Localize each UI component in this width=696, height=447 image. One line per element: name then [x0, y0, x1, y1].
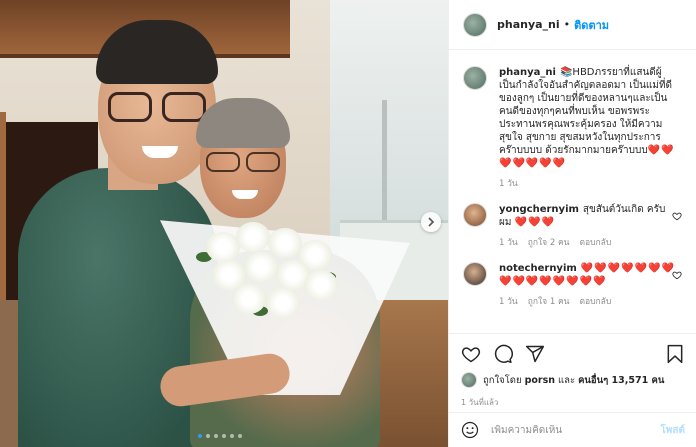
- post-photo[interactable]: [0, 0, 448, 447]
- author-avatar[interactable]: [463, 12, 487, 37]
- liked-by-connector: และ: [558, 374, 576, 386]
- carousel-dot: [206, 434, 210, 438]
- comment-avatar[interactable]: [463, 203, 487, 227]
- comment-like-heart-icon[interactable]: [672, 270, 682, 280]
- heart-icon[interactable]: [461, 344, 481, 364]
- photo-woman-glasses: [206, 152, 282, 174]
- comment-avatar[interactable]: [463, 262, 487, 286]
- comment-reply-button[interactable]: ตอบกลับ: [579, 237, 611, 250]
- carousel-dot: [198, 434, 202, 438]
- comment-username[interactable]: notechernyim: [499, 263, 577, 274]
- carousel-dot: [238, 434, 242, 438]
- liked-by-others[interactable]: คนอื่นๆ 13,571 คน: [578, 373, 664, 388]
- author-username[interactable]: phanya_ni: [497, 18, 560, 31]
- caption: phanya_ni 📚HBDภรรยาที่แสนดีผู้เป็นกำลังใจ…: [463, 66, 682, 191]
- liked-by-prefix: ถูกใจโดย: [483, 374, 522, 386]
- post-comment-button[interactable]: โพสต์: [660, 423, 685, 438]
- carousel-dots: [198, 434, 242, 438]
- comment-item: notechernyim ❤️❤️❤️❤️❤️❤️❤️❤️❤️❤️❤️❤️❤️❤️…: [463, 262, 682, 309]
- caption-avatar[interactable]: [463, 66, 487, 90]
- comment-hearts: ❤️❤️❤️: [514, 217, 555, 228]
- bookmark-icon[interactable]: [665, 344, 685, 364]
- comment-likes[interactable]: ถูกใจ 2 คน: [528, 237, 570, 250]
- liked-by: ถูกใจโดย porsn และ คนอื่นๆ 13,571 คน: [461, 372, 685, 388]
- share-icon[interactable]: [525, 344, 545, 364]
- header-separator: •: [563, 18, 571, 31]
- comment-input[interactable]: [491, 424, 661, 436]
- caption-username[interactable]: phanya_ni: [499, 67, 556, 78]
- liked-by-user[interactable]: porsn: [525, 375, 555, 386]
- post-actions: ถูกใจโดย porsn และ คนอื่นๆ 13,571 คน 1 ว…: [449, 333, 696, 409]
- comment-item: yongchernyim สุขสันต์วันเกิด ครับผม ❤️❤️❤…: [463, 203, 682, 250]
- posted-time[interactable]: 1 วันที่แล้ว: [461, 396, 685, 409]
- post-header: phanya_ni • ติดตาม: [449, 0, 696, 50]
- photo-woman-hair: [196, 98, 290, 148]
- comment-time[interactable]: 1 วัน: [499, 237, 518, 250]
- chevron-right-icon: [428, 217, 435, 227]
- photo-man-glasses: [108, 92, 210, 124]
- comment-like-heart-icon[interactable]: [672, 211, 682, 221]
- carousel-next-button[interactable]: [421, 212, 441, 232]
- carousel-dot: [214, 434, 218, 438]
- carousel-dot: [230, 434, 234, 438]
- comment-time[interactable]: 1 วัน: [499, 296, 518, 309]
- carousel-dot: [222, 434, 226, 438]
- comment-icon[interactable]: [493, 344, 513, 364]
- emoji-icon[interactable]: [461, 421, 479, 439]
- liked-by-avatar[interactable]: [461, 372, 477, 388]
- comments-list: phanya_ni 📚HBDภรรยาที่แสนดีผู้เป็นกำลังใจ…: [449, 50, 696, 335]
- caption-text: 📚HBDภรรยาที่แสนดีผู้เป็นกำลังใจอันสำคัญต…: [499, 67, 673, 156]
- post-side-panel: phanya_ni • ติดตาม phanya_ni 📚HBDภรรยาที่…: [448, 0, 696, 447]
- follow-button[interactable]: ติดตาม: [574, 16, 609, 34]
- comment-username[interactable]: yongchernyim: [499, 204, 579, 215]
- photo-roses: [192, 222, 342, 322]
- add-comment-bar: โพสต์: [449, 412, 696, 447]
- comment-likes[interactable]: ถูกใจ 1 คน: [528, 296, 570, 309]
- comment-reply-button[interactable]: ตอบกลับ: [579, 296, 611, 309]
- caption-time[interactable]: 1 วัน: [499, 178, 518, 191]
